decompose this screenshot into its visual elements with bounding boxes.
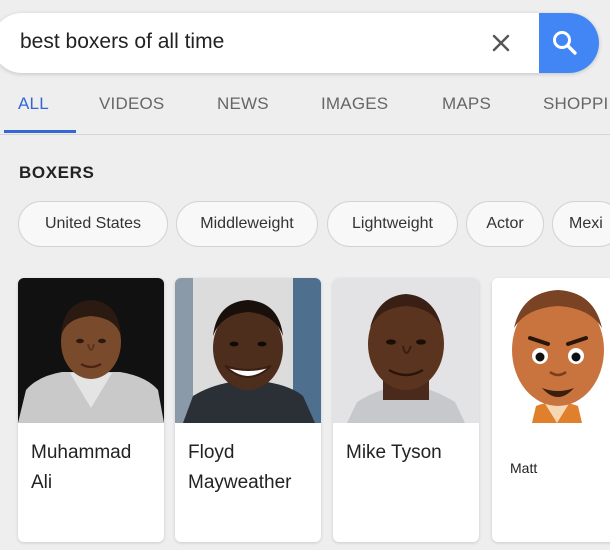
- mike-tyson-photo: [333, 278, 479, 423]
- section-title: BOXERS: [19, 163, 95, 182]
- card-name-line: Floyd: [188, 442, 235, 463]
- search-button[interactable]: [539, 13, 599, 73]
- close-icon: [492, 34, 510, 52]
- card-name-line: Ali: [31, 472, 53, 493]
- card-name-line: Mayweather: [188, 472, 292, 493]
- tab-videos[interactable]: VIDEOS: [99, 94, 164, 114]
- muhammad-ali-photo: [18, 278, 164, 423]
- tab-news[interactable]: NEWS: [217, 94, 269, 114]
- search-tabs: ALL VIDEOS NEWS IMAGES MAPS SHOPPI: [0, 94, 610, 134]
- active-tab-indicator: [4, 130, 76, 133]
- tab-shopping[interactable]: SHOPPI: [543, 94, 610, 114]
- card-muhammad-ali[interactable]: Muhammad Ali: [18, 278, 164, 542]
- tab-maps[interactable]: MAPS: [442, 94, 491, 114]
- card-matt[interactable]: Matt: [492, 278, 610, 542]
- search-bar[interactable]: best boxers of all time: [0, 13, 599, 73]
- chip-actor[interactable]: Actor: [466, 201, 544, 247]
- card-name-line: Muhammad: [31, 442, 132, 463]
- card-name: Matt: [510, 460, 538, 476]
- matt-mii-photo: [492, 278, 610, 423]
- search-input[interactable]: best boxers of all time: [20, 30, 224, 54]
- chip-united-states[interactable]: United States: [18, 201, 168, 247]
- chip-middleweight[interactable]: Middleweight: [176, 201, 318, 247]
- card-name: Mike Tyson: [346, 442, 442, 463]
- chip-mexico[interactable]: Mexi: [552, 201, 610, 247]
- card-name: Muhammad Ali: [31, 438, 131, 498]
- chip-lightweight[interactable]: Lightweight: [327, 201, 458, 247]
- tab-all[interactable]: ALL: [18, 94, 49, 114]
- tab-images[interactable]: IMAGES: [321, 94, 388, 114]
- tabs-divider: [0, 134, 610, 135]
- card-mike-tyson[interactable]: Mike Tyson: [333, 278, 479, 542]
- floyd-mayweather-photo: [175, 278, 321, 423]
- card-name: Floyd Mayweather: [188, 438, 292, 498]
- clear-search-button[interactable]: [486, 28, 516, 58]
- search-icon: [553, 31, 577, 55]
- card-floyd-mayweather[interactable]: Floyd Mayweather: [175, 278, 321, 542]
